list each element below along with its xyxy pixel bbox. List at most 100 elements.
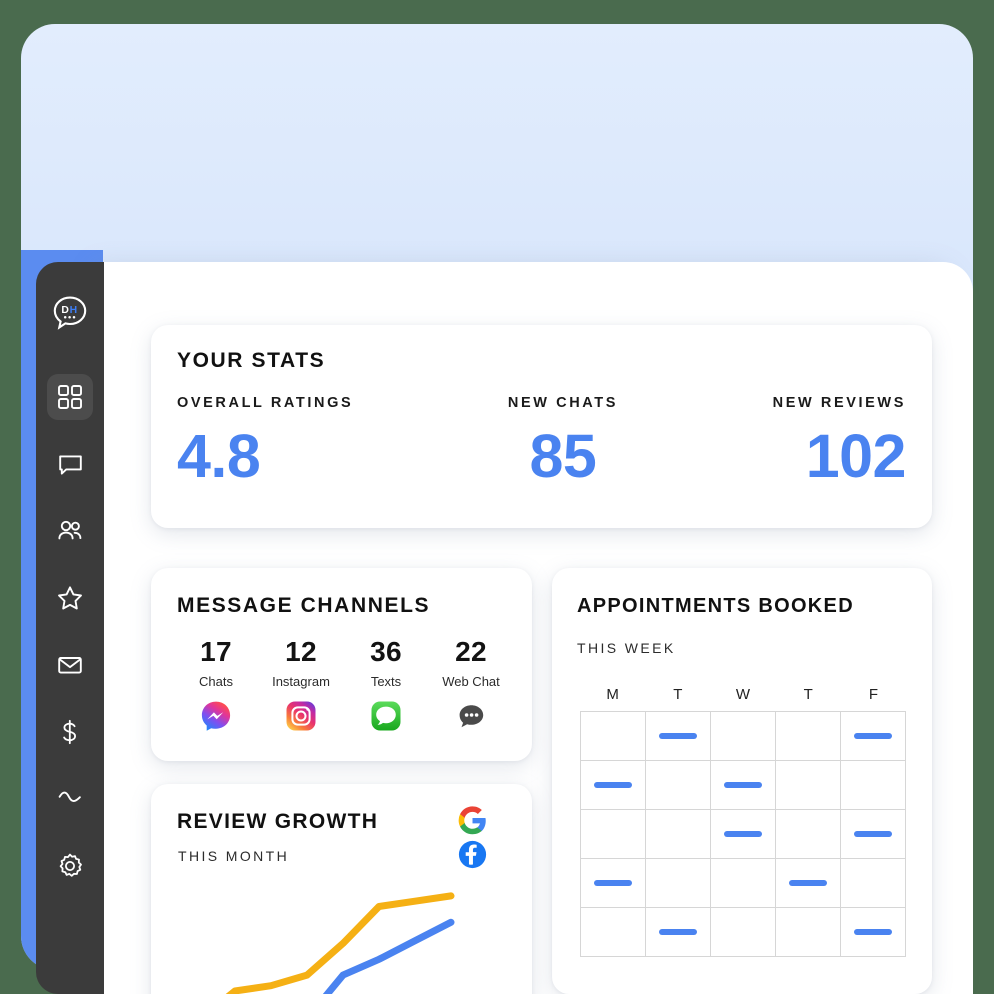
google-icon [458,806,486,835]
appointment-bar[interactable] [659,929,697,935]
sidebar-item-logo[interactable]: D H [47,290,93,336]
channel-instagram[interactable]: 12 Instagram [260,636,342,732]
appointments-booked-card: APPOINTMENTS BOOKED THIS WEEK M T W T F [552,568,932,994]
channel-icon-wrap [175,700,257,732]
messenger-icon [201,701,231,731]
channel-count: 12 [285,636,317,667]
sidebar-item-dashboard[interactable] [47,374,93,420]
stat-new-chats: NEW CHATS 85 [508,395,618,488]
gear-icon [59,853,82,877]
calendar-cell[interactable] [841,761,906,810]
calendar-cell[interactable] [841,712,906,761]
calendar-cell[interactable] [646,712,711,761]
calendar-cell[interactable] [841,810,906,859]
appointments-title: APPOINTMENTS BOOKED [577,595,854,617]
calendar-cell[interactable] [711,859,776,908]
calendar-cell[interactable] [776,908,841,957]
appointment-bar[interactable] [724,831,762,837]
calendar-cell[interactable] [646,810,711,859]
calendar-cell[interactable] [776,761,841,810]
calendar-cell[interactable] [581,859,646,908]
calendar-cell[interactable] [841,908,906,957]
calendar-cell[interactable] [776,810,841,859]
appointments-subtitle: THIS WEEK [577,640,676,656]
your-stats-title: YOUR STATS [177,349,326,372]
dashboard-content-panel: YOUR STATS OVERALL RATINGS 4.8 NEW CHATS… [104,262,973,994]
sidebar-item-contacts[interactable] [47,508,93,554]
channel-chats[interactable]: 17 Chats [175,636,257,732]
channel-name: Web Chat [442,674,500,689]
stat-value: 4.8 [177,422,261,490]
weekday-label: T [803,686,813,703]
weekday-label: M [606,686,619,703]
stat-overall-ratings: OVERALL RATINGS 4.8 [177,395,353,488]
appointments-calendar-grid[interactable] [580,711,906,957]
stat-value: 102 [805,422,907,490]
stat-label: NEW CHATS [507,395,618,411]
calendar-cell[interactable] [581,761,646,810]
calendar-cell[interactable] [581,810,646,859]
sidebar-item-reviews[interactable] [47,575,93,621]
channel-name: Instagram [272,674,330,689]
review-growth-title: REVIEW GROWTH [177,810,379,833]
sidebar-item-messages[interactable] [47,441,93,487]
review-growth-card: REVIEW GROWTH THIS MONTH [151,784,532,994]
sidebar-item-payments[interactable] [47,709,93,755]
channel-count: 36 [370,636,402,667]
calendar-cell[interactable] [581,712,646,761]
calendar-cell[interactable] [776,859,841,908]
wave-chart-icon [58,791,81,802]
logo-letter-d: D [61,305,69,316]
calendar-cell[interactable] [711,761,776,810]
calendar-cell[interactable] [581,908,646,957]
appointment-bar[interactable] [854,929,892,935]
calendar-cell[interactable] [711,712,776,761]
stat-new-reviews: NEW REVIEWS 102 [772,395,907,490]
instagram-icon [286,701,316,731]
channel-name: Chats [199,674,233,689]
weekday-label: F [868,686,878,703]
webchat-bubble-icon [459,705,484,728]
channel-icon-wrap [260,700,342,732]
star-icon [58,586,82,610]
stat-label: NEW REVIEWS [772,395,906,411]
weekday-label: T [673,686,683,703]
message-channels-row: 17 Chats 12 Instagram 36 Texts 22 Web Ch… [175,636,512,732]
channel-count: 17 [200,636,232,667]
calendar-cell[interactable] [646,761,711,810]
facebook-icon [458,840,487,869]
calendar-cell[interactable] [711,810,776,859]
sidebar-item-analytics[interactable] [47,776,93,822]
calendar-cell[interactable] [646,859,711,908]
review-growth-line-chart [225,892,455,994]
appointment-bar[interactable] [854,831,892,837]
appointment-bar[interactable] [594,880,632,886]
people-icon [58,520,82,540]
channel-web-chat[interactable]: 22 Web Chat [430,636,512,732]
your-stats-row: OVERALL RATINGS 4.8 NEW CHATS 85 NEW REV… [177,395,906,488]
calendar-cell[interactable] [711,908,776,957]
weekday-label: W [735,686,751,703]
calendar-cell[interactable] [841,859,906,908]
appointment-bar[interactable] [854,733,892,739]
dh-logo-icon: D H [53,296,87,330]
channel-texts[interactable]: 36 Texts [345,636,427,732]
grid-icon [58,385,82,409]
message-channels-card: MESSAGE CHANNELS 17 Chats 12 Instagram 3… [151,568,532,761]
sidebar-item-settings[interactable] [47,843,93,889]
appointment-bar[interactable] [789,880,827,886]
appointment-bar[interactable] [659,733,697,739]
logo-letter-h: H [70,305,78,316]
dollar-icon [63,719,77,745]
appointment-bar[interactable] [594,782,632,788]
your-stats-card: YOUR STATS OVERALL RATINGS 4.8 NEW CHATS… [151,325,932,528]
calendar-weekday-header: M T W T F [580,686,906,703]
envelope-icon [58,657,82,674]
sidebar-item-inbox[interactable] [47,642,93,688]
calendar-cell[interactable] [776,712,841,761]
channel-icon-wrap [345,700,427,732]
appointment-bar[interactable] [724,782,762,788]
chat-bubble-icon [58,454,82,475]
channel-icon-wrap [430,700,512,732]
calendar-cell[interactable] [646,908,711,957]
